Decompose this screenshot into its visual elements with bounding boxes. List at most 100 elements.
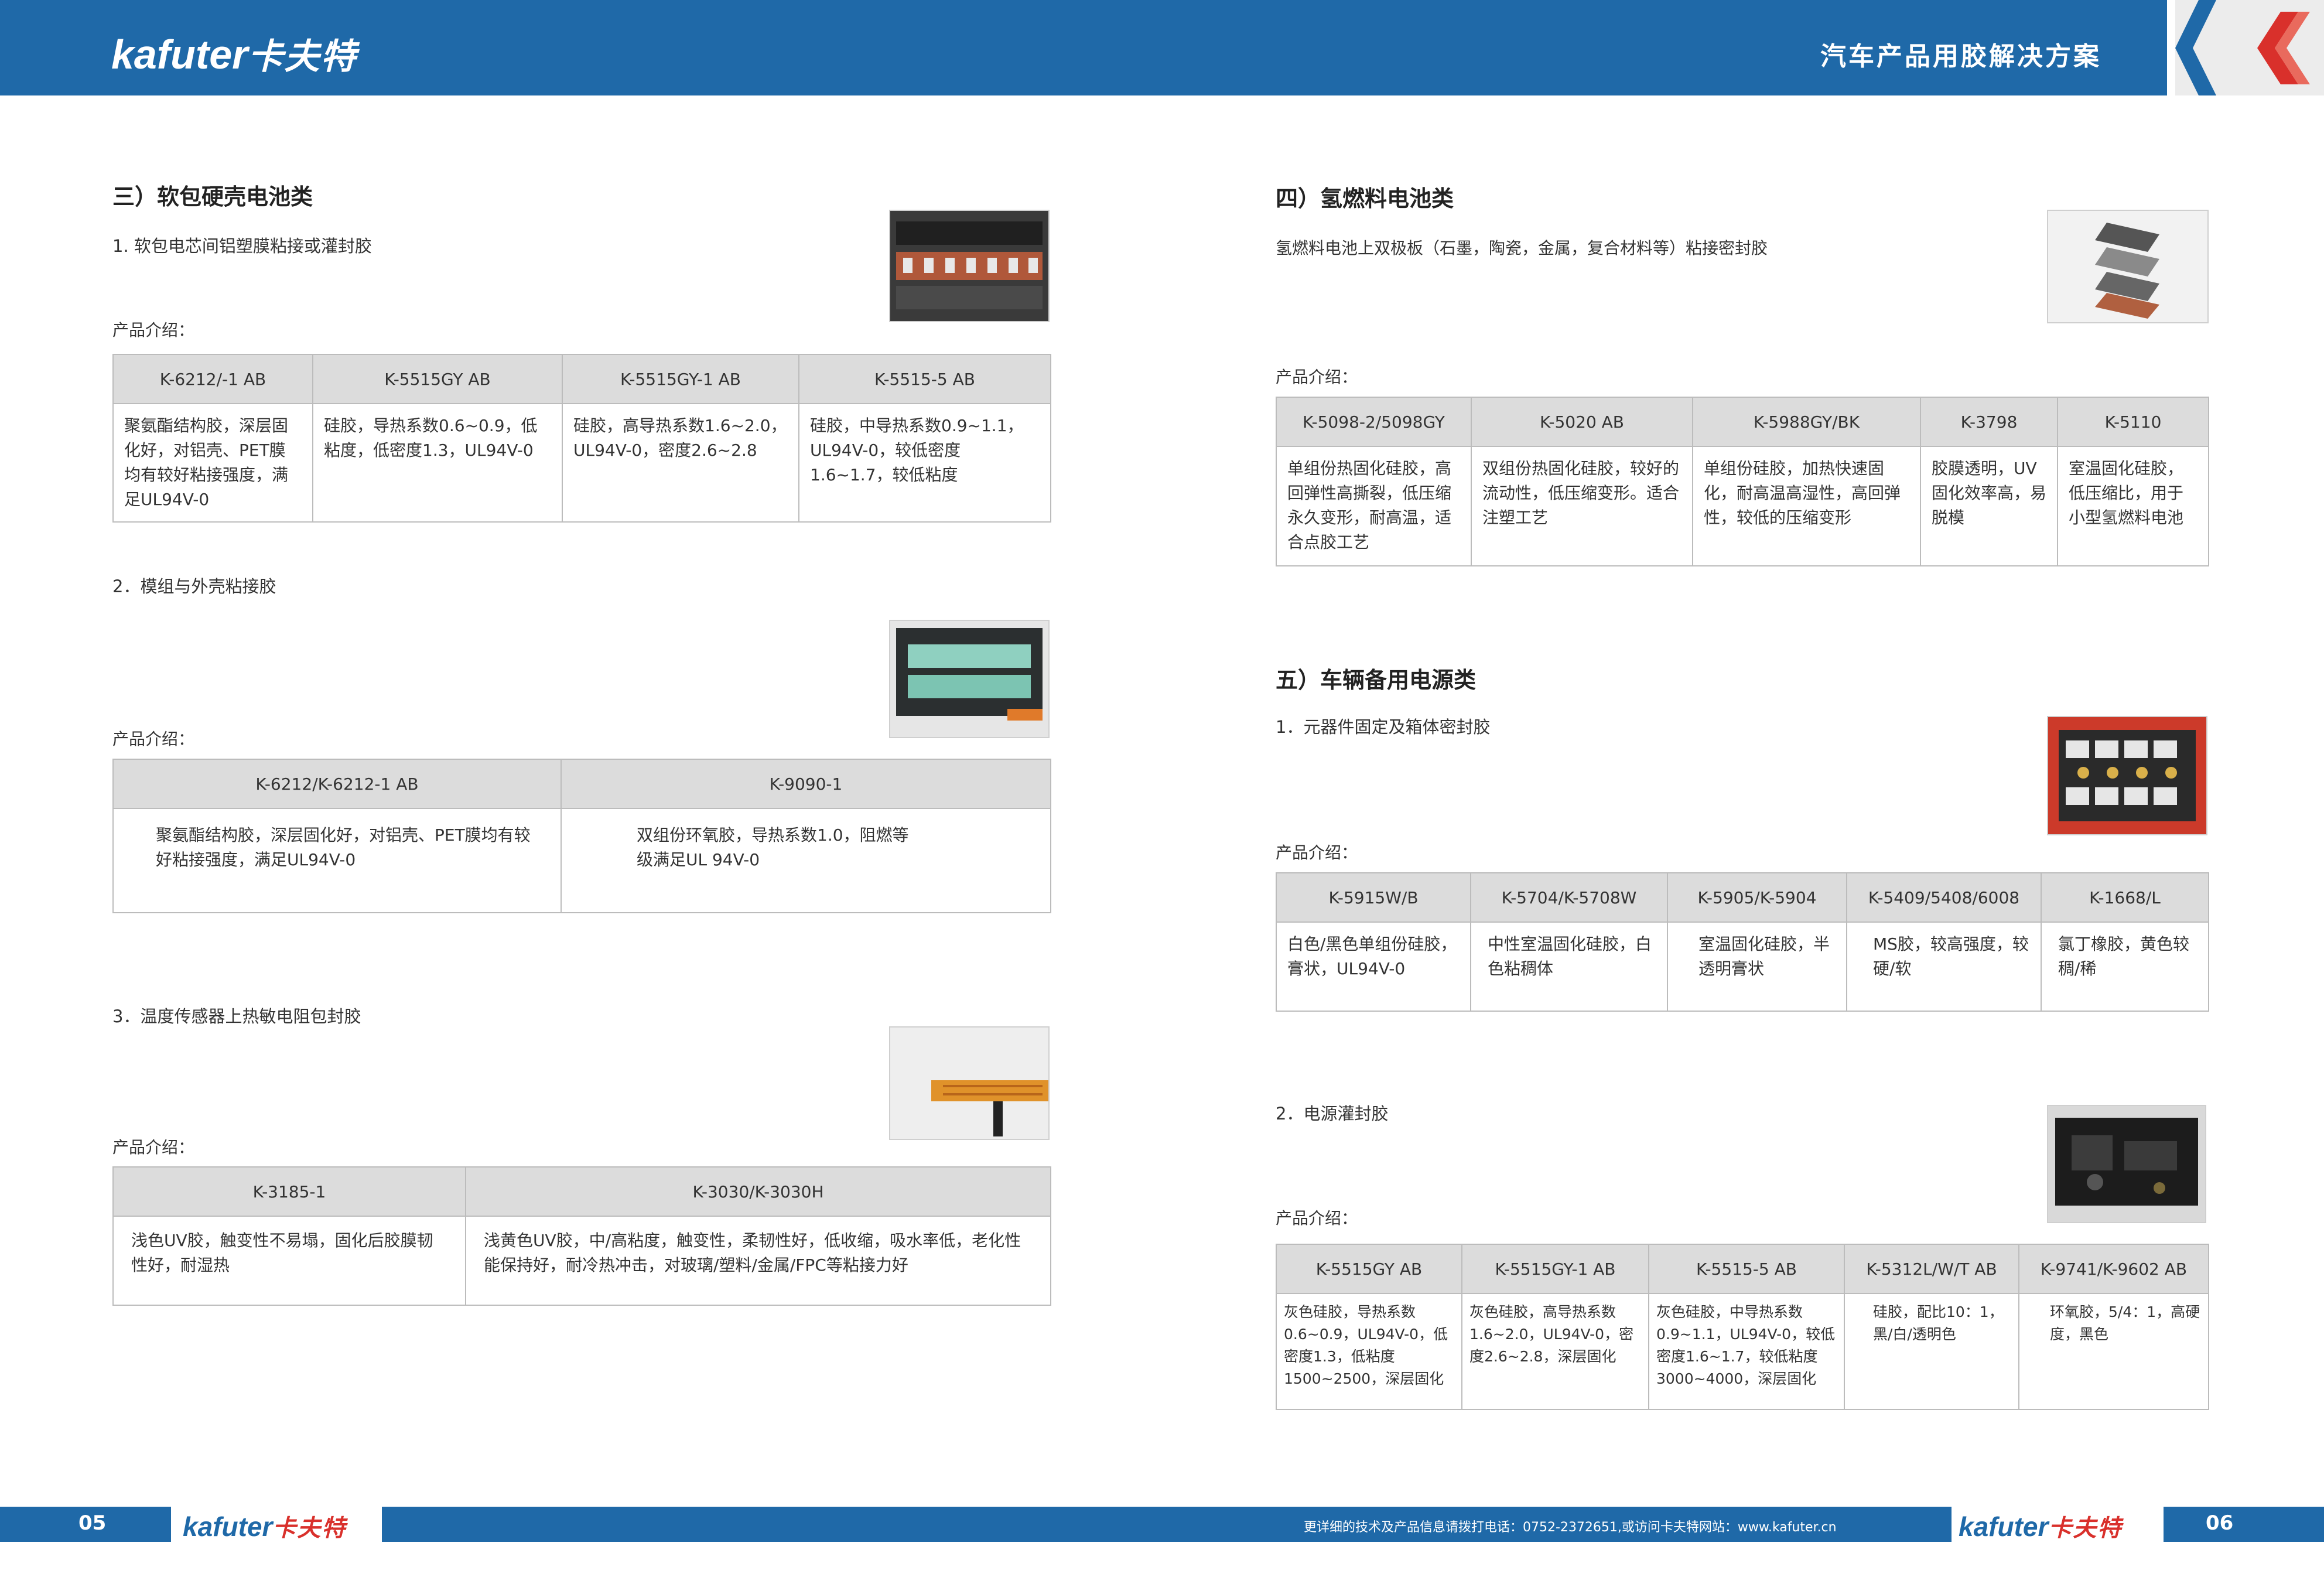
power-box-image bbox=[2047, 716, 2207, 835]
table-cell: 室温固化硅胶，低压缩比，用于小型氢燃料电池 bbox=[2057, 446, 2209, 566]
table-header-cell: K-5098-2/5098GY bbox=[1276, 397, 1472, 447]
item2-intro: 产品介绍： bbox=[112, 729, 195, 749]
item3-intro: 产品介绍： bbox=[112, 1138, 195, 1157]
table-header-cell: K-5704/K-5708W bbox=[1470, 872, 1668, 923]
table-cell: 双组份热固化硅胶，较好的流动性，低压缩变形。适合注塑工艺 bbox=[1471, 446, 1693, 566]
table-cell: 氯丁橡胶，黄色较稠/稀 bbox=[2041, 921, 2209, 1012]
table-cell: 灰色硅胶，高导热系数1.6~2.0，UL94V-0，密度2.6~2.8，深层固化 bbox=[1461, 1293, 1649, 1410]
table-header-cell: K-5988GY/BK bbox=[1692, 397, 1921, 447]
table-header-cell: K-5312L/W/T AB bbox=[1844, 1244, 2019, 1294]
table-cell: 浅黄色UV胶，中/高粘度，触变性，柔韧性好，低收缩，吸水率低，老化性能保持好，耐… bbox=[465, 1216, 1051, 1306]
table-header-cell: K-5515GY-1 AB bbox=[1461, 1244, 1649, 1294]
chevron-icon bbox=[2175, 0, 2310, 95]
table-header-cell: K-9741/K-9602 AB bbox=[2018, 1244, 2209, 1294]
footer-contact-note: 更详细的技术及产品信息请拨打电话：0752-2372651,或访问卡夫特网站：w… bbox=[1304, 1520, 1837, 1535]
table-header-cell: K-3798 bbox=[1920, 397, 2058, 447]
table-header-cell: K-6212/-1 AB bbox=[112, 354, 313, 404]
header-separator bbox=[2167, 0, 2175, 95]
table-cell: 双组份环氧胶，导热系数1.0，阻燃等级满足UL 94V-0 bbox=[561, 808, 1051, 913]
table-cell: 单组份热固化硅胶，高回弹性高撕裂，低压缩永久变形，耐高温，适合点胶工艺 bbox=[1276, 446, 1472, 566]
footer-logo-cn: 卡夫特 bbox=[272, 1515, 347, 1541]
table-cell: 硅胶，导热系数0.6~0.9，低粘度，低密度1.3，UL94V-0 bbox=[312, 403, 563, 523]
bipolar-plate-image bbox=[2047, 210, 2209, 323]
table-cell: 聚氨酯结构胶，深层固化好，对铝壳、PET膜均有较好粘接强度，满足UL94V-0 bbox=[112, 403, 313, 523]
table-header-row: K-3185-1 K-3030/K-3030H bbox=[112, 1166, 1051, 1217]
footer-logo-right: kafuter卡夫特 bbox=[1959, 1509, 2122, 1543]
table-header-row: K-6212/-1 AB K-5515GY AB K-5515GY-1 AB K… bbox=[112, 354, 1051, 404]
table-row: 浅色UV胶，触变性不易塌，固化后胶膜韧性好，耐湿热 浅黄色UV胶，中/高粘度，触… bbox=[112, 1216, 1051, 1306]
table-row: 聚氨酯结构胶，深层固化好，对铝壳、PET膜均有较好粘接强度，满足UL94V-0 … bbox=[112, 808, 1051, 913]
table-header-cell: K-5915W/B bbox=[1276, 872, 1471, 923]
footer-logo-cn: 卡夫特 bbox=[2048, 1515, 2123, 1541]
section-4-intro: 产品介绍： bbox=[1276, 367, 1358, 387]
table-header-cell: K-5515GY-1 AB bbox=[562, 354, 799, 404]
footer-logo-left: kafuter卡夫特 bbox=[183, 1509, 346, 1543]
header-end-panel bbox=[2175, 0, 2324, 95]
potting-power-image bbox=[2047, 1105, 2206, 1223]
thermistor-image bbox=[889, 1026, 1050, 1140]
logo-en: kafuter bbox=[111, 32, 248, 77]
table-cell: 硅胶，中导热系数0.9~1.1，UL94V-0，较低密度1.6~1.7，较低粘度 bbox=[798, 403, 1051, 523]
section5-item1-title: 1．元器件固定及箱体密封胶 bbox=[1276, 717, 1491, 737]
page-header: kafuter卡夫特 汽车产品用胶解决方案 bbox=[0, 0, 2324, 95]
table-header-cell: K-3030/K-3030H bbox=[465, 1166, 1051, 1217]
table-header-row: K-5098-2/5098GY K-5020 AB K-5988GY/BK K-… bbox=[1276, 397, 2209, 447]
table-cell: 室温固化硅胶，半透明膏状 bbox=[1667, 921, 1847, 1012]
section5-item1-intro: 产品介绍： bbox=[1276, 843, 1358, 862]
page-number-right: 06 bbox=[2206, 1511, 2234, 1535]
table-header-row: K-5515GY AB K-5515GY-1 AB K-5515-5 AB K-… bbox=[1276, 1244, 2209, 1294]
item1-title: 1. 软包电芯间铝塑膜粘接或灌封胶 bbox=[112, 236, 372, 256]
battery-module-image bbox=[889, 620, 1050, 738]
section5-item1-table: K-5915W/B K-5704/K-5708W K-5905/K-5904 K… bbox=[1276, 872, 2209, 1012]
table-header-cell: K-5515-5 AB bbox=[1648, 1244, 1845, 1294]
item3-title: 3．温度传感器上热敏电阻包封胶 bbox=[112, 1006, 361, 1026]
table-header-cell: K-1668/L bbox=[2041, 872, 2209, 923]
section5-item2-intro: 产品介绍： bbox=[1276, 1209, 1358, 1228]
table-header-cell: K-3185-1 bbox=[112, 1166, 466, 1217]
section4-table: K-5098-2/5098GY K-5020 AB K-5988GY/BK K-… bbox=[1276, 397, 2209, 566]
item2-title: 2．模组与外壳粘接胶 bbox=[112, 576, 276, 596]
table-cell: 胶膜透明，UV固化效率高，易脱模 bbox=[1920, 446, 2058, 566]
header-title: 汽车产品用胶解决方案 bbox=[1820, 42, 2101, 71]
section5-item2-table: K-5515GY AB K-5515GY-1 AB K-5515-5 AB K-… bbox=[1276, 1244, 2209, 1410]
table-cell: 单组份硅胶，加热快速固化，耐高温高湿性，高回弹性，较低的压缩变形 bbox=[1692, 446, 1921, 566]
table-header-cell: K-5515GY AB bbox=[312, 354, 563, 404]
item1-table: K-6212/-1 AB K-5515GY AB K-5515GY-1 AB K… bbox=[112, 354, 1051, 523]
table-header-row: K-5915W/B K-5704/K-5708W K-5905/K-5904 K… bbox=[1276, 872, 2209, 923]
table-cell: MS胶，较高强度，较硬/软 bbox=[1846, 921, 2042, 1012]
page-number-left: 05 bbox=[78, 1511, 107, 1535]
table-header-cell: K-5409/5408/6008 bbox=[1846, 872, 2042, 923]
table-row: 灰色硅胶，导热系数0.6~0.9，UL94V-0，低密度1.3，低粘度1500~… bbox=[1276, 1293, 2209, 1410]
table-header-cell: K-5515GY AB bbox=[1276, 1244, 1462, 1294]
item1-intro: 产品介绍： bbox=[112, 320, 195, 340]
table-header-cell: K-5905/K-5904 bbox=[1667, 872, 1847, 923]
section-4-desc: 氢燃料电池上双极板（石墨，陶瓷，金属，复合材料等）粘接密封胶 bbox=[1276, 238, 1768, 258]
footer-logo-en: kafuter bbox=[1959, 1511, 2049, 1542]
table-cell: 聚氨酯结构胶，深层固化好，对铝壳、PET膜均有较好粘接强度，满足UL94V-0 bbox=[112, 808, 562, 913]
table-header-cell: K-9090-1 bbox=[561, 759, 1051, 809]
footer-logo-en: kafuter bbox=[183, 1511, 273, 1542]
logo-cn: 卡夫特 bbox=[248, 37, 357, 76]
table-cell: 硅胶，高导热系数1.6~2.0，UL94V-0，密度2.6~2.8 bbox=[562, 403, 799, 523]
table-cell: 浅色UV胶，触变性不易塌，固化后胶膜韧性好，耐湿热 bbox=[112, 1216, 466, 1306]
pouch-battery-image bbox=[889, 210, 1050, 322]
section-3-title: 三）软包硬壳电池类 bbox=[112, 184, 313, 210]
section-4-title: 四）氢燃料电池类 bbox=[1276, 186, 1454, 211]
header-logo: kafuter卡夫特 bbox=[111, 28, 357, 79]
table-cell: 环氧胶，5/4：1，高硬度，黑色 bbox=[2018, 1293, 2209, 1410]
table-row: 聚氨酯结构胶，深层固化好，对铝壳、PET膜均有较好粘接强度，满足UL94V-0 … bbox=[112, 403, 1051, 523]
section5-item2-title: 2．电源灌封胶 bbox=[1276, 1104, 1389, 1124]
table-header-cell: K-6212/K-6212-1 AB bbox=[112, 759, 562, 809]
footer-right-bar bbox=[2164, 1507, 2324, 1542]
table-row: 白色/黑色单组份硅胶，膏状，UL94V-0 中性室温固化硅胶，白色粘稠体 室温固… bbox=[1276, 921, 2209, 1012]
item2-table: K-6212/K-6212-1 AB K-9090-1 聚氨酯结构胶，深层固化好… bbox=[112, 759, 1051, 913]
table-header-cell: K-5110 bbox=[2057, 397, 2209, 447]
table-cell: 灰色硅胶，导热系数0.6~0.9，UL94V-0，低密度1.3，低粘度1500~… bbox=[1276, 1293, 1462, 1410]
table-row: 单组份热固化硅胶，高回弹性高撕裂，低压缩永久变形，耐高温，适合点胶工艺 双组份热… bbox=[1276, 446, 2209, 566]
table-cell: 灰色硅胶，中导热系数0.9~1.1，UL94V-0，较低密度1.6~1.7，较低… bbox=[1648, 1293, 1845, 1410]
table-header-cell: K-5515-5 AB bbox=[798, 354, 1051, 404]
table-cell: 硅胶，配比10：1，黑/白/透明色 bbox=[1844, 1293, 2019, 1410]
table-header-cell: K-5020 AB bbox=[1471, 397, 1693, 447]
table-cell: 白色/黑色单组份硅胶，膏状，UL94V-0 bbox=[1276, 921, 1471, 1012]
table-cell: 中性室温固化硅胶，白色粘稠体 bbox=[1470, 921, 1668, 1012]
